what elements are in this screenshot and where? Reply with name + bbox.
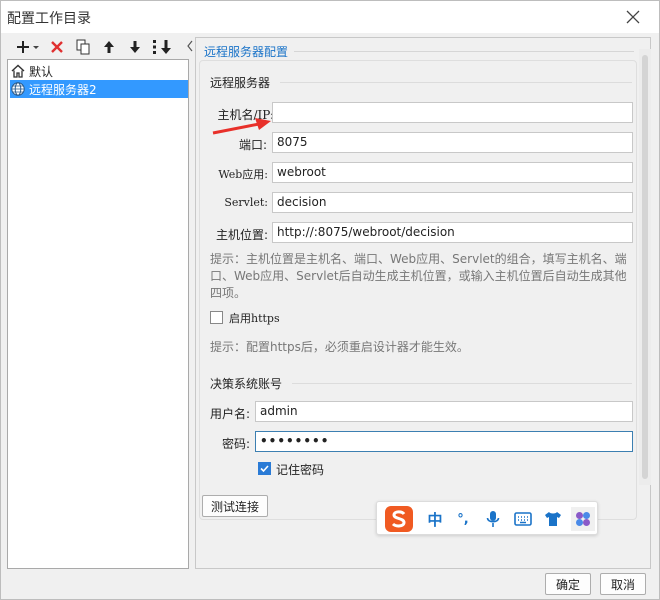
- location-hint: 提示：主机位置是主机名、端口、Web应用、Servlet的组合，填写主机名、端口…: [210, 252, 627, 300]
- skin-shirt-icon[interactable]: [541, 507, 565, 531]
- checkmark-icon: [260, 465, 269, 473]
- tree-item-remote-server[interactable]: 远程服务器2: [10, 80, 188, 98]
- account-group-divider: [292, 383, 632, 384]
- account-group-title: 决策系统账号: [210, 377, 283, 391]
- servlet-input[interactable]: decision: [272, 192, 633, 213]
- copy-icon[interactable]: [73, 37, 93, 57]
- move-up-icon[interactable]: [99, 37, 119, 57]
- config-dialog: 配置工作目录 默认 远程服务器2 远程服务器配置 远程服务器 主机名/IP: 端…: [0, 0, 660, 600]
- username-label: 用户名:: [209, 407, 250, 421]
- red-arrow-annotation: [212, 118, 271, 135]
- https-label: 启用https: [229, 312, 280, 325]
- cancel-button[interactable]: 取消: [600, 573, 646, 595]
- tree-item-label: 远程服务器2: [29, 82, 97, 97]
- server-tree: 默认 远程服务器2: [7, 59, 189, 569]
- password-input[interactable]: ••••••••: [255, 431, 633, 452]
- sogou-logo-icon[interactable]: [383, 506, 415, 532]
- home-icon: [10, 63, 26, 79]
- remember-password-label: 记住密码: [276, 463, 325, 477]
- left-panel: 默认 远程服务器2: [7, 35, 191, 569]
- tree-toolbar: [7, 35, 191, 59]
- https-checkbox[interactable]: [210, 311, 223, 324]
- panel-title: 远程服务器配置: [204, 45, 289, 59]
- ime-punctuation-toggle[interactable]: °,: [451, 507, 475, 531]
- scrollbar-thumb[interactable]: [642, 55, 648, 479]
- https-hint: 提示：配置https后，必须重启设计器才能生效。: [210, 340, 469, 354]
- host-location-label: 主机位置:: [215, 228, 268, 242]
- delete-icon[interactable]: [47, 37, 67, 57]
- remember-password-checkbox[interactable]: [258, 462, 271, 475]
- keyboard-icon[interactable]: [511, 507, 535, 531]
- web-app-label: Web应用:: [218, 168, 268, 181]
- username-input[interactable]: admin: [255, 401, 633, 422]
- ok-button[interactable]: 确定: [545, 573, 591, 595]
- title-bar: 配置工作目录: [1, 1, 659, 33]
- ime-language-toggle[interactable]: 中: [423, 507, 447, 531]
- password-label: 密码:: [221, 437, 250, 451]
- dialog-footer: 确定 取消: [1, 569, 659, 600]
- test-connection-button[interactable]: 测试连接: [202, 495, 268, 517]
- server-group-title: 远程服务器: [210, 76, 271, 90]
- web-app-input[interactable]: webroot: [272, 162, 633, 183]
- splitter-collapse-icon[interactable]: [187, 39, 193, 569]
- ime-toolbar: 中 °,: [376, 501, 598, 535]
- title-divider: [294, 51, 634, 52]
- microphone-icon[interactable]: [481, 507, 505, 531]
- sort-icon[interactable]: [151, 37, 175, 57]
- tree-item-label: 默认: [29, 64, 54, 79]
- move-down-icon[interactable]: [125, 37, 145, 57]
- close-icon[interactable]: [623, 7, 643, 27]
- host-location-input[interactable]: http://:8075/webroot/decision: [272, 222, 633, 243]
- toolbox-icon[interactable]: [571, 507, 595, 531]
- servlet-label: Servlet:: [224, 196, 268, 209]
- window-title: 配置工作目录: [7, 11, 91, 27]
- tree-item-default[interactable]: 默认: [10, 62, 188, 80]
- vertical-scrollbar[interactable]: [639, 49, 651, 485]
- host-input[interactable]: [272, 102, 633, 123]
- port-label: 端口:: [238, 138, 267, 152]
- port-input[interactable]: 8075: [272, 132, 633, 153]
- add-dropdown-icon[interactable]: [13, 37, 41, 57]
- server-group-divider: [280, 82, 632, 83]
- globe-icon: [10, 81, 26, 97]
